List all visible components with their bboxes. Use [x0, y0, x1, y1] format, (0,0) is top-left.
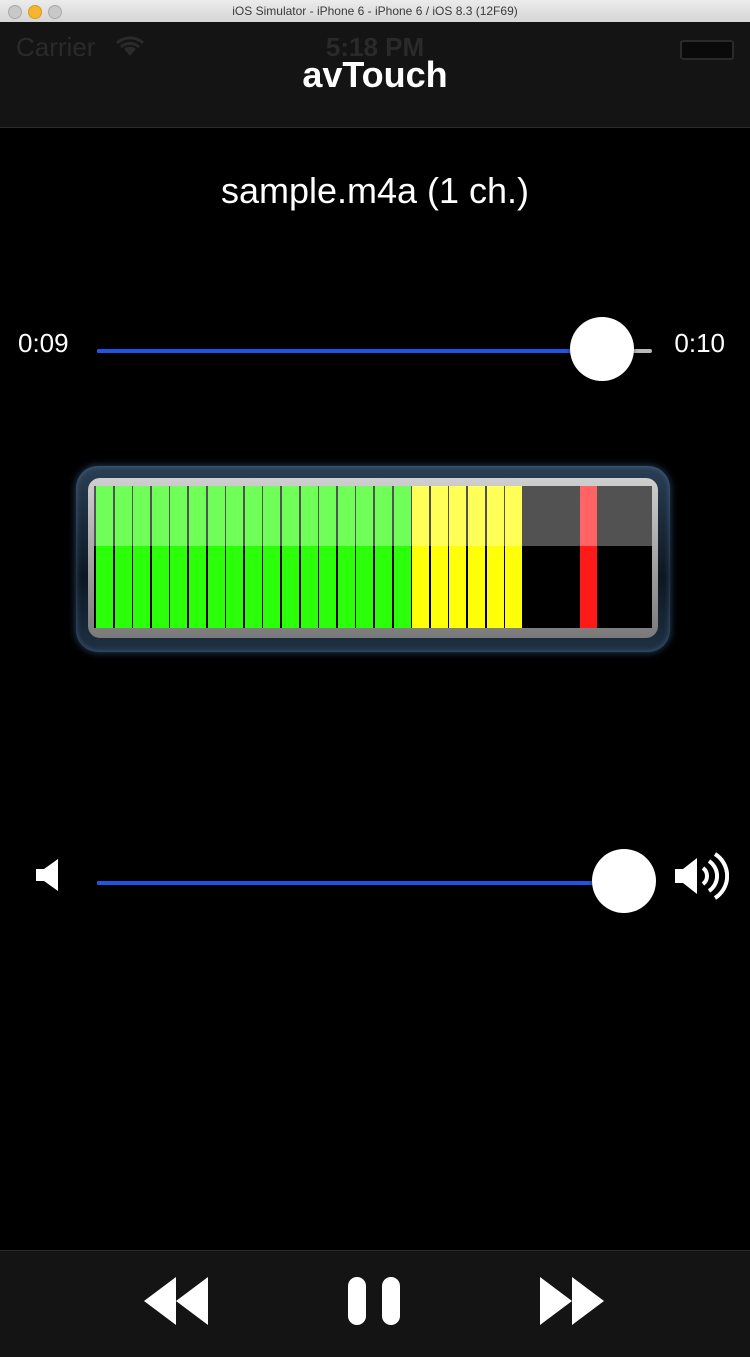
level-meter-display — [94, 486, 652, 628]
pause-icon — [348, 1277, 400, 1325]
rewind-button[interactable] — [142, 1271, 210, 1331]
level-meter-gloss — [94, 486, 652, 546]
window-title: iOS Simulator - iPhone 6 - iPhone 6 / iO… — [232, 4, 518, 18]
pause-button[interactable] — [346, 1271, 404, 1331]
progress-slider-track[interactable] — [97, 349, 652, 353]
fast-forward-button[interactable] — [538, 1271, 606, 1331]
navigation-bar: Carrier 5:18 PM avTouch — [0, 22, 750, 128]
rewind-icon — [144, 1277, 208, 1325]
duration-label: 0:10 — [674, 328, 725, 358]
level-meter-bezel — [88, 478, 658, 638]
volume-low-icon — [36, 859, 58, 891]
progress-slider-fill — [97, 349, 603, 353]
file-name-label: sample.m4a (1 ch.) — [220, 170, 530, 211]
fast-forward-icon — [540, 1277, 604, 1325]
simulator-title-bar: iOS Simulator - iPhone 6 - iPhone 6 / iO… — [0, 0, 750, 23]
playback-toolbar — [0, 1250, 750, 1357]
progress-slider-thumb[interactable] — [570, 317, 635, 381]
volume-slider-fill — [97, 881, 625, 885]
current-time-label: 0:09 — [18, 328, 69, 358]
level-meter — [76, 466, 670, 652]
volume-slider-thumb[interactable] — [592, 849, 657, 913]
nav-title: avTouch — [302, 54, 448, 95]
volume-slider-track[interactable] — [97, 881, 652, 885]
volume-high-icon — [675, 852, 729, 900]
